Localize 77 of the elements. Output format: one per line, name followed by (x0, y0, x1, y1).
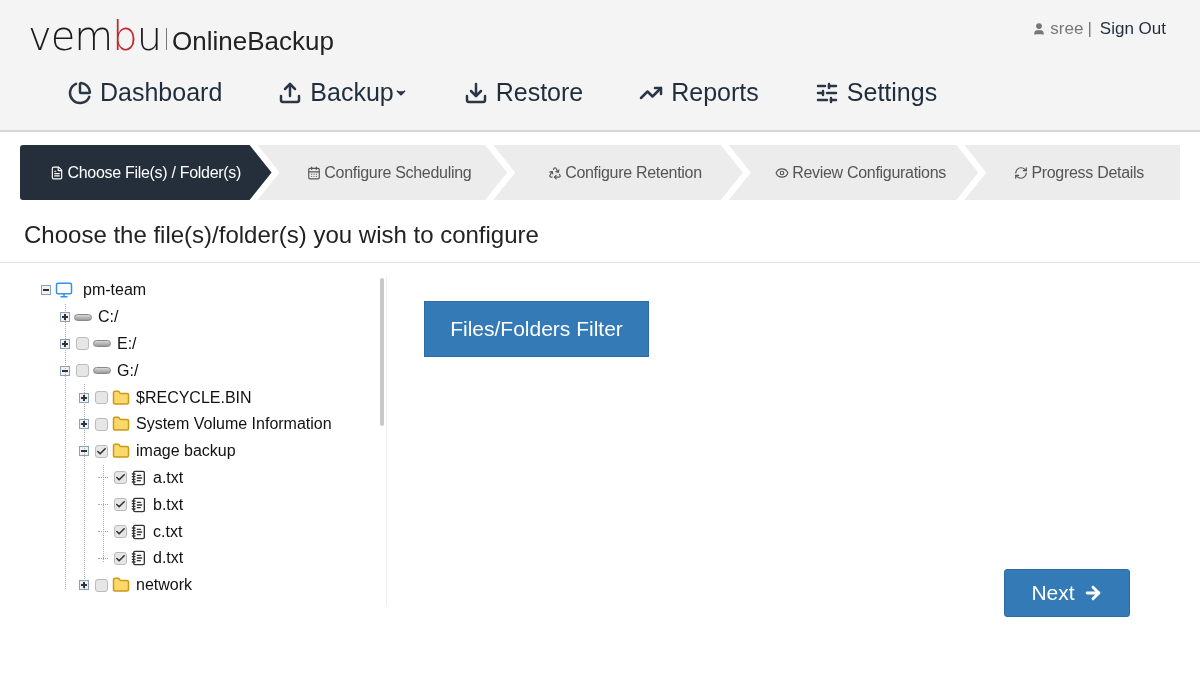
checkbox[interactable] (114, 551, 127, 565)
step-label: Review Configurations (792, 162, 946, 183)
checkbox[interactable] (95, 578, 108, 592)
logo-divider (166, 28, 167, 50)
wizard-step[interactable]: Review Configurations (728, 145, 979, 200)
step-label: Configure Retention (565, 162, 702, 183)
tree-item-label[interactable]: b.txt (153, 492, 184, 517)
expand-toggle[interactable] (79, 392, 89, 403)
expand-toggle[interactable] (60, 339, 70, 349)
collapse-toggle[interactable] (41, 285, 51, 296)
folder-icon (112, 576, 130, 595)
tree-item-label[interactable]: a.txt (153, 465, 184, 490)
tree-item-label[interactable]: System Volume Information (136, 412, 332, 437)
document-icon (131, 549, 147, 568)
nav-link[interactable]: Settings (814, 74, 938, 112)
recycle-icon (548, 165, 563, 180)
checkbox[interactable] (76, 364, 89, 378)
checkbox[interactable] (95, 391, 108, 405)
nav-link[interactable]: Reports (639, 74, 759, 112)
sliders-icon (814, 80, 839, 105)
logo: vembu (28, 16, 161, 56)
folder-icon (112, 442, 130, 461)
eye-icon (775, 165, 790, 180)
folder-icon (112, 415, 130, 434)
tree-item-label[interactable]: pm-team (83, 278, 147, 303)
tree-item-label[interactable]: $RECYCLE.BIN (136, 385, 252, 410)
calendar-icon (307, 165, 322, 180)
tree-item-label[interactable]: network (136, 573, 193, 598)
checkbox[interactable] (76, 337, 89, 351)
step-label: Configure Scheduling (324, 162, 472, 183)
product-name: OnlineBackup (172, 26, 334, 56)
nav-link[interactable]: Dashboard (68, 74, 223, 112)
wizard-step[interactable]: Progress Details (964, 145, 1180, 200)
wizard-step[interactable]: Configure Retention (493, 145, 743, 200)
expand-toggle[interactable] (60, 312, 70, 323)
document-icon (131, 495, 147, 514)
nav-link[interactable]: Backup (278, 74, 408, 112)
page-heading: Choose the file(s)/folder(s) you wish to configure (23, 220, 540, 250)
document-icon (131, 468, 147, 487)
step-label: Progress Details (1031, 162, 1144, 183)
drive-icon (74, 313, 92, 321)
download-icon (463, 80, 488, 105)
folder-icon (112, 388, 130, 407)
checkbox[interactable] (114, 498, 127, 512)
step-label: Choose File(s) / Folder(s) (67, 162, 242, 183)
checkbox[interactable] (114, 471, 127, 485)
wizard-step[interactable]: Choose File(s) / Folder(s) (20, 145, 272, 200)
tree-item-label[interactable]: E:/ (117, 332, 137, 356)
user-icon (1032, 21, 1047, 36)
nav-link[interactable]: Restore (463, 74, 584, 112)
sign-out-link[interactable]: Sign Out (1099, 16, 1166, 42)
drive-icon (93, 340, 111, 348)
tree-item-label[interactable]: image backup (136, 439, 236, 464)
pie-chart-icon (68, 80, 92, 105)
wizard-step[interactable]: Configure Scheduling (257, 145, 508, 200)
expand-toggle[interactable] (79, 419, 89, 430)
checkbox[interactable] (95, 417, 108, 431)
separator: | (1087, 18, 1092, 40)
checkbox[interactable] (95, 444, 108, 458)
next-button[interactable]: Next (1004, 569, 1130, 617)
tree-item-label[interactable]: C:/ (98, 305, 119, 330)
tree-item-label[interactable]: c.txt (153, 519, 183, 544)
collapse-toggle[interactable] (60, 365, 70, 376)
refresh-icon (1014, 165, 1029, 180)
collapse-toggle[interactable] (79, 446, 89, 457)
filter-button[interactable]: Files/Folders Filter (424, 301, 649, 357)
tree-item-label[interactable]: d.txt (153, 546, 184, 571)
tree-item-label[interactable]: G:/ (117, 358, 139, 383)
computer-icon (55, 281, 73, 300)
document-icon (50, 165, 65, 180)
document-icon (131, 522, 147, 541)
upload-icon (278, 80, 303, 105)
scrollbar-thumb[interactable] (380, 278, 384, 426)
user-name: sree (1050, 18, 1084, 40)
drive-icon (93, 367, 111, 375)
expand-toggle[interactable] (79, 580, 89, 591)
checkbox[interactable] (114, 525, 127, 539)
